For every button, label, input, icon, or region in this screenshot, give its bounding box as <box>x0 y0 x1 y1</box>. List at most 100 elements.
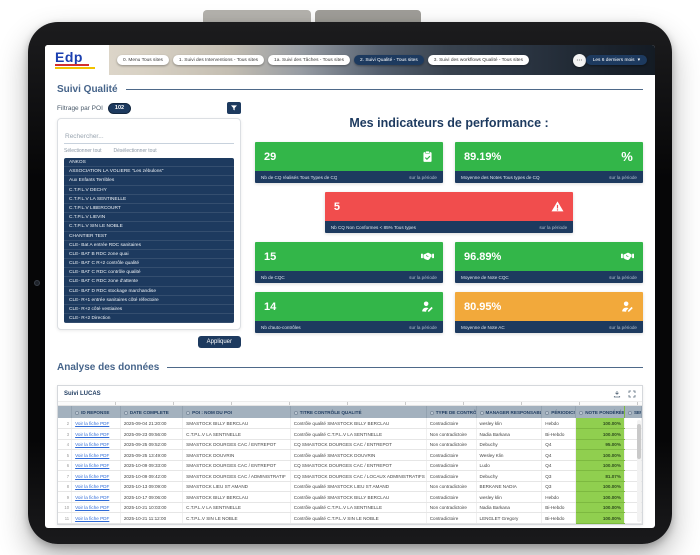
kpi-row: 5Nb CQ Non Conformes < 85% Tous typessur… <box>255 192 643 233</box>
filter-item[interactable]: C.T.P.L.V LIEVIN <box>64 213 234 222</box>
column-header[interactable]: SEUIL D'ACC <box>624 406 641 418</box>
kpi-value: 5 <box>334 201 340 213</box>
filter-item[interactable]: C.T.P.L.V LA SENTINELLE <box>64 195 234 204</box>
apply-button[interactable]: Appliquer <box>198 336 241 348</box>
search-input[interactable] <box>64 132 234 144</box>
poi-cell: C.T.P.L.V LA SENTINELLE <box>183 429 291 440</box>
expand-icon[interactable] <box>628 390 636 398</box>
pdf-link[interactable]: Voir la fiche PDF <box>75 516 109 521</box>
filter-item[interactable]: CHANTIER TEST <box>64 232 234 241</box>
period-selector[interactable]: Les 6 derniers mois ▾ <box>586 55 647 65</box>
kpi-card: 29Nb de CQ réalisés Tous Types de CQsur … <box>255 142 443 183</box>
pdf-link[interactable]: Voir la fiche PDF <box>75 421 109 426</box>
pdf-link[interactable]: Voir la fiche PDF <box>75 463 109 468</box>
select-all-link[interactable]: Sélectionner tout <box>64 148 102 154</box>
kpi-period-note: sur la période <box>609 175 637 180</box>
filter-count-badge: 102 <box>108 103 131 114</box>
row-number: 11 <box>58 513 72 524</box>
column-header[interactable]: NOTE PONDÉRÉE (%) <box>576 406 625 418</box>
table-header-row: ID REPONSEDATE COMPLETEPOI : NOM DU POIT… <box>58 406 642 418</box>
filter-item[interactable]: C.T.P.L.V SIN LE NOBLE <box>64 222 234 231</box>
filter-item[interactable]: CLE- BAT C RDC zone d'attente <box>64 277 234 286</box>
handshake-icon <box>620 250 634 264</box>
kpi-card: 15Nb de CQCsur la période <box>255 242 443 283</box>
poi-cell: C.T.P.L.V LA SENTINELLE <box>183 502 291 513</box>
download-icon[interactable] <box>613 390 621 398</box>
pdf-link[interactable]: Voir la fiche PDF <box>75 453 109 458</box>
filter-item[interactable]: CLE- Bat A entrée RDC sanitaires <box>64 241 234 250</box>
nav-more-button[interactable]: ⋯ <box>573 54 586 67</box>
filter-item[interactable]: ASSOCIATION LA VOLIERE "Les zébulons" <box>64 167 234 176</box>
sort-icon[interactable] <box>545 411 549 415</box>
filter-item[interactable]: ANKOS <box>64 158 234 167</box>
pdf-link[interactable]: Voir la fiche PDF <box>75 484 109 489</box>
pdf-link-cell: Voir la fiche PDF <box>72 429 121 440</box>
nav-pill-2[interactable]: 1. Suivi des Interventions - Tous sites <box>173 55 264 65</box>
nav-pill-5[interactable]: 3. Suivi des workflows Qualité - Tous si… <box>428 55 529 65</box>
page-content: Suivi Qualité Filtrage par POI 102 <box>45 84 655 525</box>
table-row: 2Voir la fiche PDF 2025-09-04 21:20:00SMA… <box>58 418 642 429</box>
sort-icon[interactable] <box>430 411 434 415</box>
nav-pill-1[interactable]: 0. Menu Tous sites <box>117 55 169 65</box>
kpi-value: 89.19% <box>464 151 501 163</box>
date-cell: 2025-10-09 09:33:00 <box>120 460 182 471</box>
sort-icon[interactable] <box>628 411 632 415</box>
kpi-value: 15 <box>264 251 276 263</box>
sort-icon[interactable] <box>480 411 484 415</box>
filter-item[interactable]: C.T.P.L.V LIBERCOURT <box>64 204 234 213</box>
row-number: 3 <box>58 429 72 440</box>
kpi-card: 96.89%Moyenne de Note CQCsur la période <box>455 242 643 283</box>
column-header[interactable]: DATE COMPLETE <box>120 406 182 418</box>
column-header[interactable]: ID REPONSE <box>72 406 121 418</box>
filter-item[interactable]: CLE- BAT C R+2 contrôle qualité <box>64 259 234 268</box>
pdf-link[interactable]: Voir la fiche PDF <box>75 495 109 500</box>
filter-item[interactable]: Aux Enfants Terribles <box>64 176 234 185</box>
app-logo[interactable]: Edp <box>45 45 109 75</box>
type-cell: Non contradictoire <box>426 429 476 440</box>
filter-item[interactable]: CLE- R+2 côté vestiaires <box>64 305 234 314</box>
filter-item[interactable]: CLE- R+1 entrée sanitaires côté réfectoi… <box>64 296 234 305</box>
row-number: 10 <box>58 502 72 513</box>
nav-pill-4[interactable]: 2. Suivi Qualité - Tous sites <box>354 55 424 65</box>
pdf-link-cell: Voir la fiche PDF <box>72 492 121 503</box>
pdf-link-cell: Voir la fiche PDF <box>72 460 121 471</box>
filter-item[interactable]: C.T.P.L.V DECHY <box>64 186 234 195</box>
vertical-scrollbar[interactable] <box>637 420 641 522</box>
poi-cell: SMASTOCK BILLY BERCLAU <box>183 418 291 429</box>
pdf-link[interactable]: Voir la fiche PDF <box>75 432 109 437</box>
filter-item[interactable]: CLE- BAT D RDC stockage marchandise <box>64 287 234 296</box>
scrollbar-thumb[interactable] <box>637 424 641 459</box>
filter-item[interactable]: CLE- BAT C RDC contrôle qualité <box>64 268 234 277</box>
filter-item[interactable]: CLE- R+2 Direction <box>64 314 234 323</box>
nav-pill-3[interactable]: 1a. Suivi des Tâches - Tous sites <box>268 55 350 65</box>
manager-cell: LENGLET Gregory <box>476 513 542 524</box>
sort-icon[interactable] <box>124 411 128 415</box>
sort-icon[interactable] <box>186 411 190 415</box>
deselect-all-link[interactable]: Désélectionner tout <box>114 148 157 154</box>
sort-icon[interactable] <box>75 411 79 415</box>
periodicity-cell: Bi-Hebdo <box>542 429 576 440</box>
manager-cell: wesley klin <box>476 418 542 429</box>
logo-yellow-bar <box>55 67 95 69</box>
sort-icon[interactable] <box>579 411 583 415</box>
column-header[interactable]: MANAGER RESPONSABLE DU CONTRÔLE <box>476 406 542 418</box>
column-header[interactable]: PÉRIODICITÉ <box>542 406 576 418</box>
pdf-link[interactable]: Voir la fiche PDF <box>75 442 109 447</box>
column-header[interactable]: TITRE CONTRÔLE QUALITÉ <box>290 406 426 418</box>
type-cell: Non contradictoire <box>426 481 476 492</box>
title-cell: Contrôle qualité C.T.P.L.V LA SENTINELLE <box>290 502 426 513</box>
row-number: 2 <box>58 418 72 429</box>
column-header[interactable]: TYPE DE CONTRÔLE <box>426 406 476 418</box>
kpi-period-note: sur la période <box>409 325 437 330</box>
column-header[interactable]: POI : NOM DU POI <box>183 406 291 418</box>
top-nav-bar: Edp 0. Menu Tous sites 1. Suivi des Inter… <box>45 45 655 75</box>
kpi-card: 89.19%%Moyenne des Notes Tous types de C… <box>455 142 643 183</box>
pdf-link-cell: Voir la fiche PDF <box>72 439 121 450</box>
filter-item[interactable]: CLE- BAT B RDC zone quai <box>64 250 234 259</box>
pdf-link[interactable]: Voir la fiche PDF <box>75 474 109 479</box>
filter-funnel-button[interactable] <box>227 102 241 114</box>
date-cell: 2025-09-04 21:20:00 <box>120 418 182 429</box>
sort-icon[interactable] <box>294 411 298 415</box>
poi-cell: SMASTOCK LIEU ST AMAND <box>183 481 291 492</box>
pdf-link[interactable]: Voir la fiche PDF <box>75 505 109 510</box>
